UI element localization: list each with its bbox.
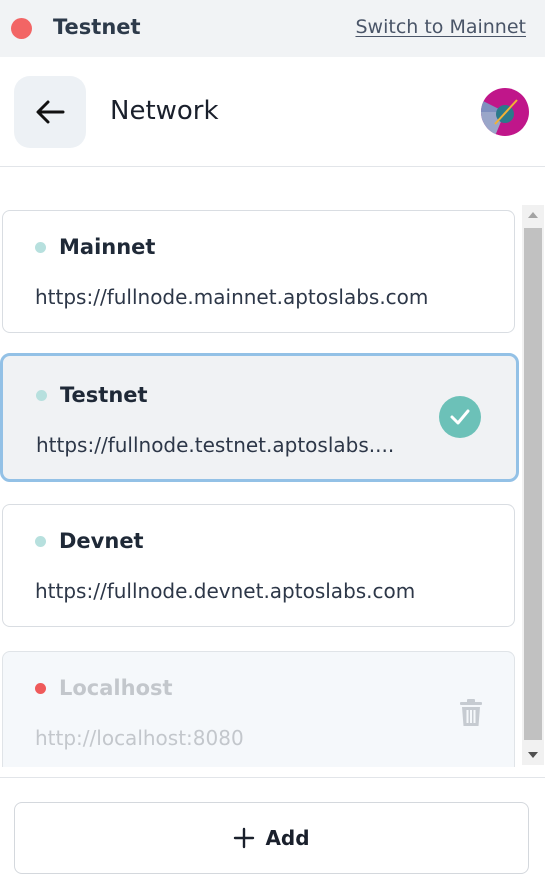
network-card-devnet[interactable]: Devnet https://fullnode.devnet.aptoslabs… [2, 504, 515, 627]
list-scrollbar[interactable] [522, 205, 544, 765]
plus-icon [234, 827, 255, 849]
network-card-testnet[interactable]: Testnet https://fullnode.testnet.aptosla… [0, 353, 519, 482]
selected-check-icon [439, 396, 481, 438]
network-status-dot [35, 683, 46, 694]
network-card-mainnet[interactable]: Mainnet https://fullnode.mainnet.aptosla… [2, 210, 515, 333]
add-network-button[interactable]: Add [14, 802, 529, 874]
network-list: Mainnet https://fullnode.mainnet.aptosla… [0, 167, 545, 767]
network-url: http://localhost:8080 [35, 726, 244, 750]
arrow-left-icon [36, 100, 65, 124]
add-button-label: Add [265, 826, 310, 850]
page-title: Network [110, 96, 219, 126]
scroll-up-arrow-icon[interactable] [522, 205, 544, 225]
network-url: https://fullnode.mainnet.aptoslabs.com [35, 285, 429, 309]
account-avatar[interactable] [481, 88, 529, 136]
network-card-localhost[interactable]: Localhost http://localhost:8080 [2, 651, 515, 767]
network-name: Mainnet [59, 235, 156, 259]
network-status-dot [35, 536, 46, 547]
scroll-down-arrow-icon[interactable] [522, 745, 544, 765]
network-url: https://fullnode.devnet.aptoslabs.com [35, 579, 416, 603]
delete-trash-icon[interactable] [457, 698, 485, 728]
network-url: https://fullnode.testnet.aptoslabs.... [36, 433, 395, 457]
network-name: Localhost [59, 676, 173, 700]
network-status-dot [35, 242, 46, 253]
switch-network-link[interactable]: Switch to Mainnet [355, 16, 526, 38]
page-footer: Add [0, 777, 545, 877]
back-button[interactable] [14, 76, 86, 148]
page-header: Network [0, 57, 545, 167]
avatar-identicon [481, 88, 529, 136]
network-status-bar: Testnet Switch to Mainnet [0, 0, 545, 57]
network-name: Testnet [60, 383, 148, 407]
network-name: Devnet [59, 529, 144, 553]
network-status-dot [11, 18, 32, 39]
network-status-dot [36, 390, 47, 401]
current-network-name: Testnet [53, 15, 141, 39]
scroll-thumb[interactable] [524, 228, 542, 740]
